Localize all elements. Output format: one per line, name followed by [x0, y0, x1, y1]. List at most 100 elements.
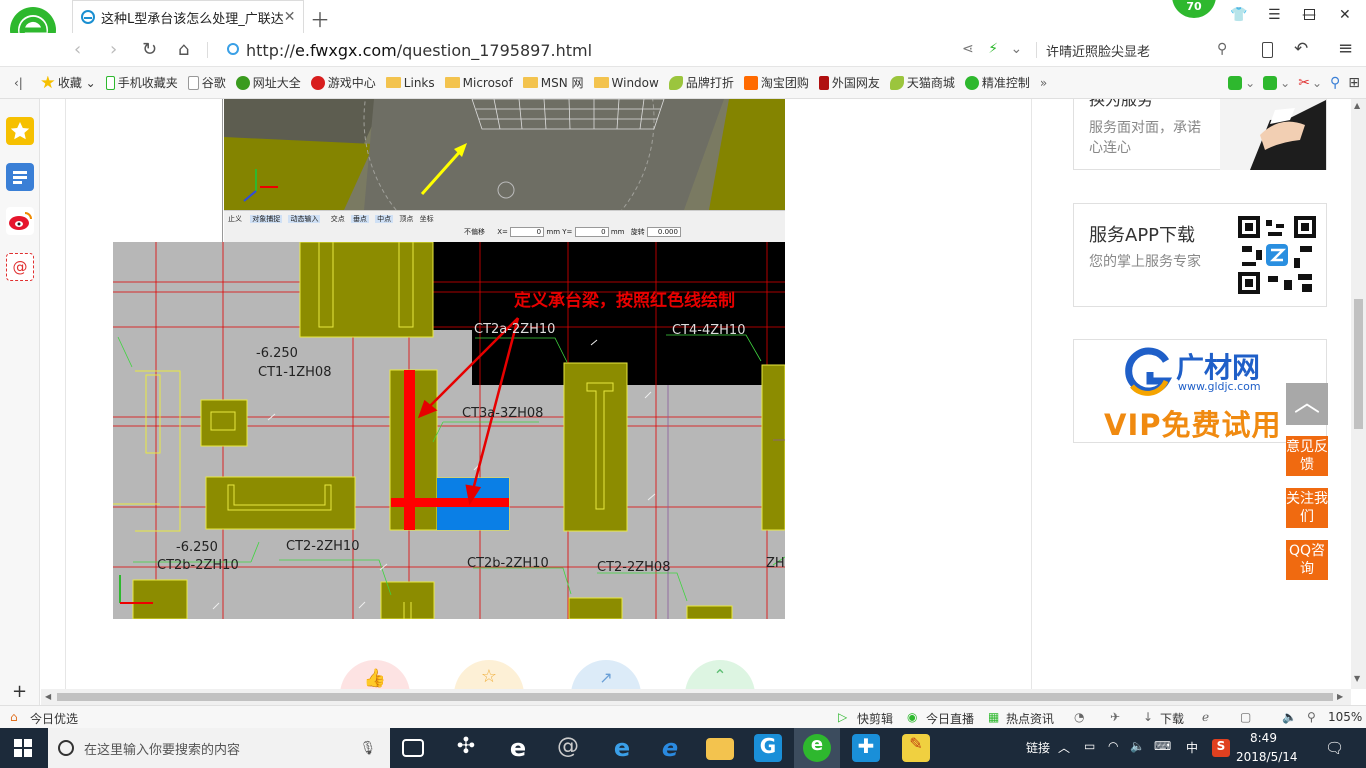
- bookmark-item[interactable]: 品牌打折: [668, 74, 734, 91]
- back-icon[interactable]: ‹: [74, 39, 81, 60]
- file-explorer-icon[interactable]: [706, 738, 734, 760]
- live-link[interactable]: 今日直播: [926, 710, 974, 727]
- refresh-icon[interactable]: ↻: [142, 39, 157, 60]
- x-input[interactable]: 0: [510, 227, 545, 237]
- follow-button[interactable]: 关注我们: [1286, 488, 1328, 528]
- snap-toggle[interactable]: 坐标: [420, 215, 434, 223]
- vertical-scrollbar[interactable]: ▲ ▼: [1351, 99, 1366, 689]
- feedback-button[interactable]: 意见反馈: [1286, 436, 1328, 476]
- pin-icon[interactable]: ✈: [1110, 710, 1120, 724]
- zoom-level[interactable]: 105%: [1328, 710, 1362, 724]
- sogou-ime-icon[interactable]: S: [1212, 739, 1230, 757]
- search-icon[interactable]: ⚲: [1330, 75, 1340, 91]
- snap-toggle[interactable]: 垂点: [350, 215, 369, 223]
- bookmark-item[interactable]: 手机收藏夹: [105, 74, 178, 91]
- new-tab-icon[interactable]: ＋: [310, 4, 330, 33]
- bookmark-item[interactable]: 淘宝团购: [743, 74, 809, 91]
- service-card[interactable]: 换为服务 服务面对面，承诺心连心: [1073, 99, 1327, 170]
- news-link[interactable]: 热点资讯: [1006, 710, 1054, 727]
- bookmark-item[interactable]: Window: [593, 76, 659, 90]
- snap-toggle[interactable]: 顶点: [399, 215, 413, 223]
- notifications-icon[interactable]: 🗨: [1325, 739, 1344, 757]
- menu-icon[interactable]: ≡: [1338, 38, 1353, 59]
- bookmark-item[interactable]: Microsof: [444, 76, 513, 90]
- bookmark-item[interactable]: 收藏 ⌄: [41, 74, 96, 91]
- bookmark-item[interactable]: MSN 网: [522, 74, 584, 91]
- bookmark-item[interactable]: 游戏中心: [310, 74, 376, 91]
- favorites-star-icon[interactable]: [6, 117, 34, 145]
- add-sidebar-icon[interactable]: +: [12, 681, 27, 702]
- app-download-card[interactable]: 服务APP下载 您的掌上服务专家: [1073, 203, 1327, 307]
- clock-date[interactable]: 2018/5/14: [1236, 750, 1298, 764]
- gift-icon[interactable]: ⌂: [10, 710, 18, 724]
- rotate-input[interactable]: 0.000: [646, 227, 681, 237]
- level-badge[interactable]: 70: [1172, 0, 1216, 18]
- edge-app-icon[interactable]: e: [608, 734, 636, 762]
- url-field[interactable]: http://e.fwxgx.com/question_1795897.html: [246, 41, 592, 60]
- microphone-icon[interactable]: 🎙: [359, 741, 376, 756]
- menu-icon[interactable]: ☰: [1268, 7, 1281, 23]
- mobile-icon[interactable]: [1262, 42, 1273, 58]
- ie-mode-icon[interactable]: ℯ: [1202, 710, 1209, 724]
- bookmark-item[interactable]: 精准控制: [964, 74, 1030, 91]
- volume-icon[interactable]: 🔈: [1130, 739, 1145, 753]
- glodon-app-icon[interactable]: G: [754, 734, 782, 762]
- kuaijian-link[interactable]: 快剪辑: [857, 710, 893, 727]
- search-input[interactable]: 许晴近照脸尖显老: [1046, 41, 1150, 60]
- search-icon[interactable]: ⚲: [1217, 41, 1227, 57]
- undo-icon[interactable]: ↶: [1294, 39, 1308, 59]
- vertical-scroll-thumb[interactable]: [1354, 299, 1363, 429]
- top-button[interactable]: ⌃: [685, 660, 755, 689]
- rotate-checkbox[interactable]: 旋转: [631, 228, 645, 236]
- spiral-app-icon[interactable]: @: [554, 734, 582, 762]
- plus-app-icon[interactable]: ✚: [852, 734, 880, 762]
- back-to-top-button[interactable]: ︿: [1286, 383, 1328, 425]
- close-window-icon[interactable]: ✕: [1339, 7, 1351, 23]
- email-icon[interactable]: @: [6, 253, 34, 281]
- y-input[interactable]: 0: [574, 227, 609, 237]
- speed-icon[interactable]: ◔: [1074, 710, 1084, 724]
- like-button[interactable]: 👍: [340, 660, 410, 689]
- forward-icon[interactable]: ›: [110, 39, 117, 60]
- secure-site-icon[interactable]: [227, 43, 239, 55]
- tab-current[interactable]: 这种L型承台该怎么处理_广联达 ✕: [72, 0, 304, 33]
- lightning-icon[interactable]: ⚡: [988, 41, 998, 57]
- volume-icon[interactable]: 🔈: [1282, 710, 1297, 724]
- keyboard-icon[interactable]: ⌨: [1154, 739, 1171, 753]
- shield-yen-icon[interactable]: [1228, 75, 1243, 90]
- bookmark-item[interactable]: Links: [385, 76, 435, 90]
- taskbar-search-input[interactable]: 在这里输入你要搜索的内容 🎙: [48, 728, 390, 768]
- favorite-button[interactable]: ☆: [454, 660, 524, 689]
- scroll-down-icon[interactable]: ▼: [1354, 674, 1360, 683]
- more-bookmarks-icon[interactable]: »: [1040, 76, 1047, 90]
- scissors-icon[interactable]: ✂: [1298, 75, 1310, 91]
- bookmark-item[interactable]: 天猫商城: [889, 74, 955, 91]
- wifi-icon[interactable]: ◠: [1108, 739, 1118, 753]
- internet-explorer-icon[interactable]: e: [656, 734, 684, 762]
- horizontal-scroll-thumb[interactable]: [57, 693, 1333, 701]
- battery-icon[interactable]: ▭: [1084, 739, 1095, 753]
- today-picks-link[interactable]: 今日优选: [30, 710, 78, 727]
- tray-link-label[interactable]: 链接: [1026, 739, 1050, 756]
- window-icon[interactable]: ▢: [1240, 710, 1251, 724]
- offset-mode-select[interactable]: 不偏移: [464, 228, 485, 236]
- snap-toggle[interactable]: 动态输入: [288, 215, 321, 223]
- reading-list-icon[interactable]: [6, 163, 34, 191]
- shirt-skin-icon[interactable]: 👕: [1230, 7, 1247, 23]
- share-icon[interactable]: ⋖: [962, 41, 974, 57]
- windows-start-icon[interactable]: [14, 739, 32, 757]
- collapse-sidebar-icon[interactable]: ‹|: [14, 76, 23, 90]
- notepad-app-icon[interactable]: ✎: [902, 734, 930, 762]
- maximize-icon[interactable]: [1304, 9, 1315, 20]
- scroll-left-icon[interactable]: ◀: [45, 692, 51, 701]
- browser-app-icon[interactable]: e: [803, 734, 831, 762]
- snap-toggle[interactable]: 交点: [331, 215, 345, 223]
- apps-grid-icon[interactable]: ⊞: [1348, 75, 1360, 91]
- horizontal-scrollbar[interactable]: ◀ ▶: [41, 689, 1351, 705]
- share-button[interactable]: ↗: [571, 660, 641, 689]
- download-link[interactable]: 下载: [1160, 710, 1184, 727]
- pinwheel-app-icon[interactable]: ✣: [452, 734, 480, 762]
- chevron-down-icon[interactable]: ⌄: [1010, 41, 1022, 57]
- clock-time[interactable]: 8:49: [1250, 731, 1277, 745]
- snap-toggle[interactable]: 止义: [228, 215, 242, 223]
